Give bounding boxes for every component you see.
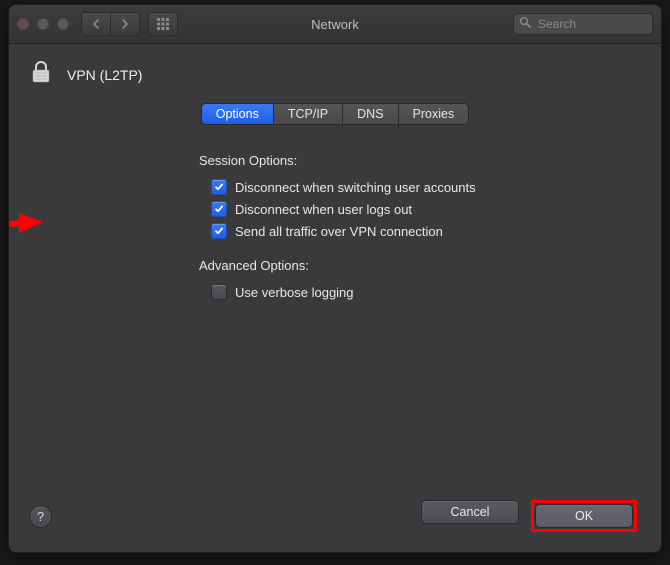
checkbox-label: Disconnect when user logs out	[235, 202, 412, 217]
lock-icon	[27, 58, 55, 91]
footer: ? Cancel OK	[27, 494, 643, 538]
checkbox-verbose-logging[interactable]: Use verbose logging	[199, 281, 603, 303]
checkbox-label: Use verbose logging	[235, 285, 354, 300]
forward-button[interactable]	[110, 13, 139, 35]
checkbox-icon	[211, 179, 227, 195]
ok-button[interactable]: OK	[535, 504, 633, 528]
footer-actions: Cancel OK	[421, 500, 637, 532]
annotation-arrow	[8, 209, 44, 241]
apps-grid-icon	[157, 18, 169, 30]
checkbox-disconnect-switch-user[interactable]: Disconnect when switching user accounts	[199, 176, 603, 198]
back-button[interactable]	[82, 13, 110, 35]
zoom-window-button[interactable]	[57, 18, 69, 30]
titlebar: Network	[9, 5, 661, 44]
tab-proxies[interactable]: Proxies	[398, 104, 469, 124]
checkbox-disconnect-logout[interactable]: Disconnect when user logs out	[199, 198, 603, 220]
chevron-left-icon	[92, 19, 100, 29]
search-input[interactable]	[513, 13, 653, 35]
show-all-prefs-button[interactable]	[148, 12, 178, 36]
tab-options[interactable]: Options	[202, 104, 273, 124]
chevron-right-icon	[121, 19, 129, 29]
ok-button-highlight: OK	[531, 500, 637, 532]
sheet-body: VPN (L2TP) Options TCP/IP DNS Proxies Se…	[9, 44, 661, 552]
network-window: Network	[8, 4, 662, 553]
form-area: Session Options: Disconnect when switchi…	[27, 147, 643, 303]
help-button[interactable]: ?	[29, 505, 52, 528]
checkbox-label: Disconnect when switching user accounts	[235, 180, 476, 195]
checkbox-send-all-traffic[interactable]: Send all traffic over VPN connection	[199, 220, 603, 242]
checkbox-icon	[211, 201, 227, 217]
nav-back-forward	[81, 12, 140, 36]
cancel-button[interactable]: Cancel	[421, 500, 519, 524]
search-wrap	[513, 13, 653, 35]
tab-tcpip[interactable]: TCP/IP	[273, 104, 342, 124]
minimize-window-button[interactable]	[37, 18, 49, 30]
checkbox-icon	[211, 223, 227, 239]
pane-title: VPN (L2TP)	[67, 67, 142, 83]
advanced-options-heading: Advanced Options:	[199, 258, 603, 273]
pane-header: VPN (L2TP)	[27, 58, 643, 91]
close-window-button[interactable]	[17, 18, 29, 30]
tab-bar: Options TCP/IP DNS Proxies	[201, 103, 469, 125]
checkbox-label: Send all traffic over VPN connection	[235, 224, 443, 239]
window-controls	[17, 18, 69, 30]
tab-dns[interactable]: DNS	[342, 104, 397, 124]
checkbox-icon	[211, 284, 227, 300]
session-options-heading: Session Options:	[199, 153, 603, 168]
